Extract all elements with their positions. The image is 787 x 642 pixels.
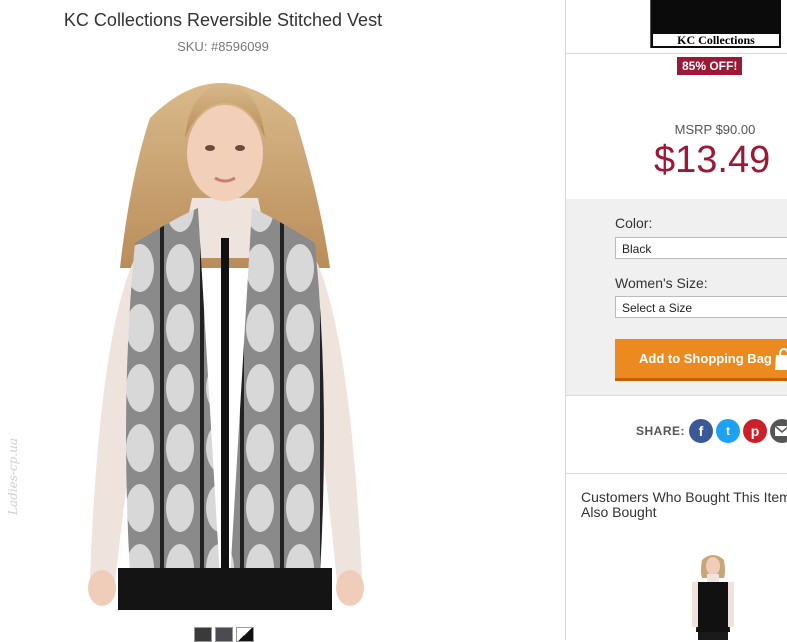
share-label: SHARE:: [636, 424, 686, 438]
envelope-icon: [774, 425, 787, 436]
size-select[interactable]: Select a Size: [615, 296, 787, 318]
purchase-panel: KC Collections 85% OFF! MSRP $90.00 $13.…: [566, 0, 787, 640]
options-box: Color: Black Women's Size: Select a Size…: [566, 199, 787, 395]
divider: [566, 53, 787, 54]
brand-logo-text: KC Collections: [653, 34, 779, 46]
add-to-bag-button[interactable]: Add to Shopping Bag: [615, 339, 787, 381]
color-select[interactable]: Black: [615, 237, 787, 259]
sale-price: $13.49: [654, 139, 771, 181]
model-photo: [88, 83, 364, 610]
recommended-product-image: [692, 555, 734, 640]
pinterest-icon[interactable]: p: [743, 419, 767, 443]
brand-logo[interactable]: KC Collections: [650, 0, 781, 48]
shopping-bag-icon: [775, 347, 787, 370]
email-icon[interactable]: [770, 419, 787, 443]
facebook-icon[interactable]: f: [689, 419, 713, 443]
divider: [566, 395, 787, 396]
twitter-icon[interactable]: t: [716, 419, 740, 443]
msrp-price: MSRP $90.00: [674, 122, 756, 137]
product-title: KC Collections Reversible Stitched Vest: [63, 10, 383, 30]
divider: [566, 473, 787, 474]
add-to-bag-label: Add to Shopping Bag: [639, 351, 772, 366]
discount-badge: 85% OFF!: [677, 57, 743, 75]
product-sku: SKU: #8596099: [177, 39, 269, 54]
size-label: Women's Size:: [615, 275, 708, 291]
recommended-product-thumbnail[interactable]: [690, 552, 736, 640]
watermark: Ladies-cp.ua: [6, 437, 20, 515]
customers-also-bought-heading: Customers Who Bought This Item Also Boug…: [581, 489, 787, 520]
product-image[interactable]: [80, 58, 370, 610]
color-label: Color:: [615, 215, 653, 231]
